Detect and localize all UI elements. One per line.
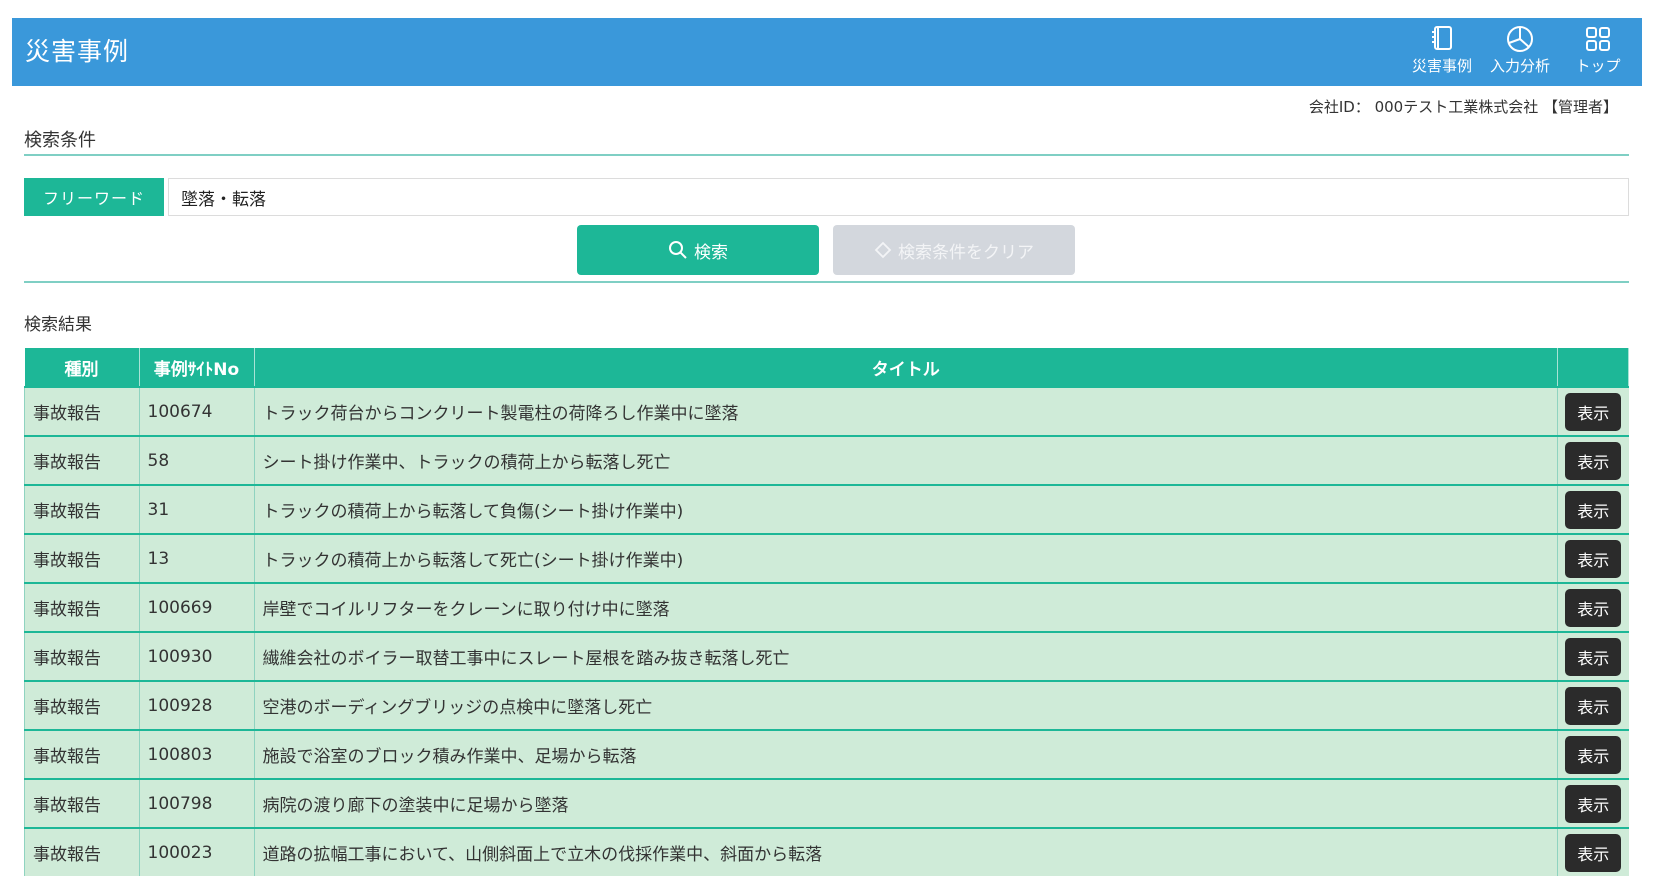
cell-type: 事故報告 — [24, 435, 140, 485]
company-info: 会社ID： 000テスト工業株式会社 【管理者】 — [1308, 98, 1618, 116]
divider — [24, 281, 1629, 283]
cell-type: 事故報告 — [24, 533, 140, 583]
cell-title: シート掛け作業中、トラックの積荷上から転落し死亡 — [254, 435, 1558, 485]
cell-case-no: 100803 — [139, 729, 255, 779]
column-header-title: タイトル — [254, 348, 1558, 387]
freeword-row: フリーワード — [24, 178, 1629, 216]
pie-chart-icon — [1507, 26, 1533, 52]
grid-icon — [1586, 27, 1610, 51]
cell-case-no: 100930 — [139, 631, 255, 681]
show-button[interactable]: 表示 — [1565, 490, 1622, 529]
cell-case-no: 100674 — [139, 386, 255, 436]
clear-button-label: 検索条件をクリア — [898, 242, 1034, 263]
eraser-icon — [874, 241, 892, 259]
nav-top[interactable]: トップ — [1564, 24, 1632, 76]
cell-action: 表示 — [1557, 435, 1629, 485]
cell-action: 表示 — [1557, 582, 1629, 632]
nav-label: 入力分析 — [1489, 57, 1550, 75]
show-button[interactable]: 表示 — [1565, 588, 1622, 627]
show-button[interactable]: 表示 — [1565, 539, 1622, 578]
cell-title: 岸壁でコイルリフターをクレーンに取り付け中に墜落 — [254, 582, 1558, 632]
nav-disaster-cases[interactable]: 災害事例 — [1408, 24, 1476, 76]
cell-type: 事故報告 — [24, 631, 140, 681]
cell-action: 表示 — [1557, 827, 1629, 876]
table-row: 事故報告 100669 岸壁でコイルリフターをクレーンに取り付け中に墜落 表示 — [24, 582, 1629, 632]
show-button[interactable]: 表示 — [1565, 735, 1622, 774]
notebook-icon — [1432, 26, 1452, 50]
cell-title: トラックの積荷上から転落して負傷(シート掛け作業中) — [254, 484, 1558, 534]
show-button[interactable]: 表示 — [1565, 441, 1622, 480]
cell-type: 事故報告 — [24, 386, 140, 436]
show-button[interactable]: 表示 — [1565, 392, 1622, 431]
freeword-label: フリーワード — [24, 178, 164, 216]
page-title: 災害事例 — [25, 37, 130, 66]
search-button-label: 検索 — [694, 242, 728, 263]
cell-title: 施設で浴室のブロック積み作業中、足場から転落 — [254, 729, 1558, 779]
show-button[interactable]: 表示 — [1565, 833, 1622, 872]
table-row: 事故報告 100930 繊維会社のボイラー取替工事中にスレート屋根を踏み抜き転落… — [24, 631, 1629, 681]
table-row: 事故報告 58 シート掛け作業中、トラックの積荷上から転落し死亡 表示 — [24, 435, 1629, 485]
cell-case-no: 31 — [139, 484, 255, 534]
top-nav: 災害事例 入力分析 トップ — [1408, 24, 1632, 76]
cell-action: 表示 — [1557, 778, 1629, 828]
results-table: 種別 事例ｻｲﾄNo タイトル 事故報告 100674 トラック荷台からコンクリ… — [24, 348, 1629, 876]
cell-case-no: 100928 — [139, 680, 255, 730]
cell-title: 空港のボーディングブリッジの点検中に墜落し死亡 — [254, 680, 1558, 730]
cell-title: トラック荷台からコンクリート製電柱の荷降ろし作業中に墜落 — [254, 386, 1558, 436]
cell-title: 病院の渡り廊下の塗装中に足場から墜落 — [254, 778, 1558, 828]
divider — [24, 154, 1629, 156]
cell-case-no: 100023 — [139, 827, 255, 876]
table-row: 事故報告 100674 トラック荷台からコンクリート製電柱の荷降ろし作業中に墜落… — [24, 386, 1629, 436]
nav-label: トップ — [1575, 57, 1621, 75]
nav-input-analysis[interactable]: 入力分析 — [1486, 24, 1554, 76]
cell-case-no: 58 — [139, 435, 255, 485]
table-row: 事故報告 100798 病院の渡り廊下の塗装中に足場から墜落 表示 — [24, 778, 1629, 828]
search-results-title: 検索結果 — [24, 315, 92, 335]
cell-title: トラックの積荷上から転落して死亡(シート掛け作業中) — [254, 533, 1558, 583]
show-button[interactable]: 表示 — [1565, 784, 1622, 823]
cell-type: 事故報告 — [24, 484, 140, 534]
cell-action: 表示 — [1557, 533, 1629, 583]
cell-case-no: 100798 — [139, 778, 255, 828]
clear-button[interactable]: 検索条件をクリア — [833, 225, 1075, 275]
column-header-type: 種別 — [24, 348, 140, 387]
cell-action: 表示 — [1557, 484, 1629, 534]
table-row: 事故報告 100803 施設で浴室のブロック積み作業中、足場から転落 表示 — [24, 729, 1629, 779]
cell-action: 表示 — [1557, 680, 1629, 730]
table-row: 事故報告 100023 道路の拡幅工事において、山側斜面上で立木の伐採作業中、斜… — [24, 827, 1629, 876]
search-button[interactable]: 検索 — [577, 225, 819, 275]
cell-case-no: 100669 — [139, 582, 255, 632]
nav-label: 災害事例 — [1411, 57, 1472, 75]
cell-type: 事故報告 — [24, 582, 140, 632]
cell-type: 事故報告 — [24, 680, 140, 730]
show-button[interactable]: 表示 — [1565, 637, 1622, 676]
freeword-input[interactable] — [168, 178, 1629, 216]
column-header-case-no: 事例ｻｲﾄNo — [139, 348, 255, 387]
cell-action: 表示 — [1557, 729, 1629, 779]
table-header-row: 種別 事例ｻｲﾄNo タイトル — [24, 348, 1629, 387]
cell-type: 事故報告 — [24, 729, 140, 779]
search-conditions-title: 検索条件 — [24, 130, 96, 151]
app-window: 災害事例 災害事例 入力分析 トップ 会社ID： 000テスト工業株式会社 【管… — [12, 18, 1642, 876]
table-row: 事故報告 13 トラックの積荷上から転落して死亡(シート掛け作業中) 表示 — [24, 533, 1629, 583]
cell-title: 道路の拡幅工事において、山側斜面上で立木の伐採作業中、斜面から転落 — [254, 827, 1558, 876]
app-header: 災害事例 災害事例 入力分析 トップ — [12, 18, 1642, 86]
cell-type: 事故報告 — [24, 827, 140, 876]
column-header-action — [1557, 348, 1629, 387]
table-row: 事故報告 100928 空港のボーディングブリッジの点検中に墜落し死亡 表示 — [24, 680, 1629, 730]
table-row: 事故報告 31 トラックの積荷上から転落して負傷(シート掛け作業中) 表示 — [24, 484, 1629, 534]
cell-case-no: 13 — [139, 533, 255, 583]
show-button[interactable]: 表示 — [1565, 686, 1622, 725]
search-icon — [669, 241, 687, 259]
cell-type: 事故報告 — [24, 778, 140, 828]
cell-title: 繊維会社のボイラー取替工事中にスレート屋根を踏み抜き転落し死亡 — [254, 631, 1558, 681]
cell-action: 表示 — [1557, 386, 1629, 436]
cell-action: 表示 — [1557, 631, 1629, 681]
